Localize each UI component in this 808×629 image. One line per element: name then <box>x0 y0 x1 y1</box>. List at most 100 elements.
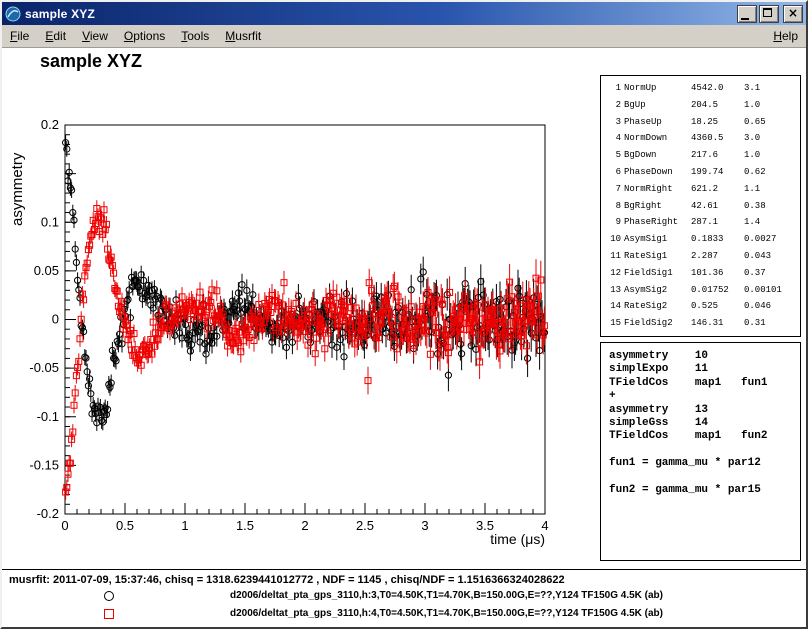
param-pval: 287.1 <box>691 214 741 231</box>
menu-item-options[interactable]: Options <box>116 25 173 47</box>
theory-line: simpleGss 14 <box>609 417 800 430</box>
param-pname: FieldSig2 <box>624 315 688 332</box>
svg-text:0.05: 0.05 <box>34 263 59 278</box>
param-row: 3PhaseUp18.250.65 <box>606 114 800 131</box>
param-row: 1NormUp4542.03.1 <box>606 80 800 97</box>
plot-area[interactable]: 00.511.522.533.540.20.10.050-0.05-0.1-0.… <box>2 48 577 568</box>
svg-text:0: 0 <box>52 312 59 327</box>
param-no: 10 <box>606 231 621 248</box>
theory-line <box>609 444 800 457</box>
param-row: 11RateSig12.2870.043 <box>606 248 800 265</box>
info-divider <box>2 569 806 570</box>
titlebar[interactable]: sample XYZ × <box>2 2 806 25</box>
svg-text:0: 0 <box>61 518 68 533</box>
param-pname: BgDown <box>624 147 688 164</box>
app-window: sample XYZ × FileEditViewOptionsToolsMus… <box>0 0 808 629</box>
param-no: 14 <box>606 298 621 315</box>
param-no: 7 <box>606 181 621 198</box>
param-no: 9 <box>606 214 621 231</box>
legend-row: d2006/deltat_pta_gps_3110,h:3,T0=4.50K,T… <box>2 587 806 605</box>
param-pval: 4542.0 <box>691 80 741 97</box>
fit-stats: musrfit: 2011-07-09, 15:37:46, chisq = 1… <box>9 574 565 586</box>
svg-text:1.5: 1.5 <box>236 518 254 533</box>
param-pval: 0.01752 <box>691 282 741 299</box>
param-perr: 3.1 <box>744 80 800 97</box>
param-row: 4NormDown4360.53.0 <box>606 130 800 147</box>
menu-item-edit[interactable]: Edit <box>37 25 74 47</box>
param-row: 5BgDown217.61.0 <box>606 147 800 164</box>
minimize-button[interactable] <box>737 5 757 23</box>
param-pval: 0.1833 <box>691 231 741 248</box>
param-no: 4 <box>606 130 621 147</box>
theory-line <box>609 471 800 484</box>
menu-item-view[interactable]: View <box>74 25 116 47</box>
maximize-button[interactable] <box>759 5 779 23</box>
menu-item-help[interactable]: Help <box>765 25 806 47</box>
param-perr: 0.37 <box>744 265 800 282</box>
maximize-icon <box>763 8 772 17</box>
svg-text:-0.15: -0.15 <box>29 457 59 472</box>
param-perr: 1.1 <box>744 181 800 198</box>
param-no: 11 <box>606 248 621 265</box>
menu-item-musrfit[interactable]: Musrfit <box>217 25 269 47</box>
param-pname: PhaseRight <box>624 214 688 231</box>
param-row: 14RateSig20.5250.046 <box>606 298 800 315</box>
param-pval: 2.287 <box>691 248 741 265</box>
theory-line: + <box>609 390 800 403</box>
svg-text:3: 3 <box>421 518 428 533</box>
param-no: 12 <box>606 265 621 282</box>
param-pname: RateSig2 <box>624 298 688 315</box>
legend-label: d2006/deltat_pta_gps_3110,h:3,T0=4.50K,T… <box>230 590 663 601</box>
root-canvas[interactable]: sample XYZ 00.511.522.533.540.20.10.050-… <box>2 48 806 627</box>
param-no: 2 <box>606 97 621 114</box>
param-perr: 0.31 <box>744 315 800 332</box>
param-no: 1 <box>606 80 621 97</box>
param-no: 5 <box>606 147 621 164</box>
param-perr: 1.4 <box>744 214 800 231</box>
svg-text:-0.1: -0.1 <box>37 409 59 424</box>
menu-item-tools[interactable]: Tools <box>173 25 217 47</box>
data-series-2 <box>63 200 548 500</box>
svg-text:0.2: 0.2 <box>41 117 59 132</box>
theory-line: fun1 = gamma_mu * par12 <box>609 457 800 470</box>
param-perr: 0.65 <box>744 114 800 131</box>
menu-item-file[interactable]: File <box>2 25 37 47</box>
param-no: 13 <box>606 282 621 299</box>
data-series-1 <box>63 135 548 431</box>
svg-text:-0.2: -0.2 <box>37 506 59 521</box>
param-pname: NormRight <box>624 181 688 198</box>
param-perr: 0.043 <box>744 248 800 265</box>
svg-text:2.5: 2.5 <box>356 518 374 533</box>
param-no: 6 <box>606 164 621 181</box>
window-controls: × <box>737 5 803 23</box>
param-pval: 101.36 <box>691 265 741 282</box>
legend-row: d2006/deltat_pta_gps_3110,h:4,T0=4.50K,T… <box>2 605 806 623</box>
param-pval: 146.31 <box>691 315 741 332</box>
param-row: 7NormRight621.21.1 <box>606 181 800 198</box>
param-no: 15 <box>606 315 621 332</box>
menubar-left: FileEditViewOptionsToolsMusrfit <box>2 25 269 47</box>
param-row: 12FieldSig1101.360.37 <box>606 265 800 282</box>
param-perr: 3.0 <box>744 130 800 147</box>
theory-line: asymmetry 13 <box>609 404 800 417</box>
theory-line: fun2 = gamma_mu * par15 <box>609 484 800 497</box>
param-pname: RateSig1 <box>624 248 688 265</box>
theory-line: asymmetry 10 <box>609 350 800 363</box>
param-pval: 621.2 <box>691 181 741 198</box>
param-perr: 0.00101 <box>744 282 800 299</box>
param-perr: 0.046 <box>744 298 800 315</box>
menubar-right: Help <box>765 25 806 47</box>
param-pname: PhaseUp <box>624 114 688 131</box>
svg-text:-0.05: -0.05 <box>29 360 59 375</box>
param-pval: 42.61 <box>691 198 741 215</box>
param-row: 15FieldSig2146.310.31 <box>606 315 800 332</box>
param-perr: 0.38 <box>744 198 800 215</box>
param-pname: AsymSig2 <box>624 282 688 299</box>
param-pname: NormUp <box>624 80 688 97</box>
param-pval: 4360.5 <box>691 130 741 147</box>
param-row: 6PhaseDown199.740.62 <box>606 164 800 181</box>
parameter-table: 1NormUp4542.03.12BgUp204.51.03PhaseUp18.… <box>600 75 801 337</box>
param-pname: AsymSig1 <box>624 231 688 248</box>
close-button[interactable]: × <box>783 5 803 23</box>
legend-marker-square <box>104 609 114 619</box>
